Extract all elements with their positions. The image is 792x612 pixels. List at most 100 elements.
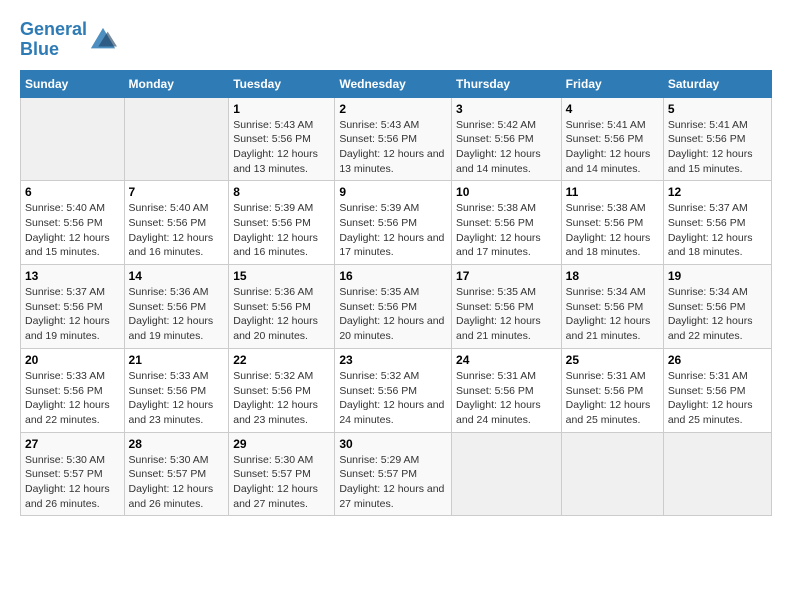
- day-info: Sunrise: 5:37 AMSunset: 5:56 PMDaylight:…: [25, 285, 120, 344]
- day-info: Sunrise: 5:35 AMSunset: 5:56 PMDaylight:…: [456, 285, 557, 344]
- day-number: 30: [339, 437, 447, 451]
- day-number: 8: [233, 185, 330, 199]
- day-cell: 5 Sunrise: 5:41 AMSunset: 5:56 PMDaylight…: [663, 97, 771, 181]
- day-cell: 22 Sunrise: 5:32 AMSunset: 5:56 PMDayligh…: [229, 348, 335, 432]
- day-number: 11: [566, 185, 659, 199]
- day-cell: 9 Sunrise: 5:39 AMSunset: 5:56 PMDaylight…: [335, 181, 452, 265]
- day-cell: 14Sunrise: 5:36 AMSunset: 5:56 PMDayligh…: [124, 265, 229, 349]
- day-cell: [21, 97, 125, 181]
- header-cell-thursday: Thursday: [452, 70, 562, 97]
- day-cell: 25 Sunrise: 5:31 AMSunset: 5:56 PMDayligh…: [561, 348, 663, 432]
- header-cell-monday: Monday: [124, 70, 229, 97]
- day-cell: 26Sunrise: 5:31 AMSunset: 5:56 PMDayligh…: [663, 348, 771, 432]
- week-row-5: 27 Sunrise: 5:30 AMSunset: 5:57 PMDayligh…: [21, 432, 772, 516]
- day-number: 23: [339, 353, 447, 367]
- day-info: Sunrise: 5:34 AMSunset: 5:56 PMDaylight:…: [566, 285, 659, 344]
- day-cell: [561, 432, 663, 516]
- day-cell: 12 Sunrise: 5:37 AMSunset: 5:56 PMDayligh…: [663, 181, 771, 265]
- header-cell-wednesday: Wednesday: [335, 70, 452, 97]
- day-cell: 24 Sunrise: 5:31 AMSunset: 5:56 PMDayligh…: [452, 348, 562, 432]
- day-info: Sunrise: 5:31 AMSunset: 5:56 PMDaylight:…: [566, 369, 659, 428]
- day-number: 25: [566, 353, 659, 367]
- day-cell: 8 Sunrise: 5:39 AMSunset: 5:56 PMDaylight…: [229, 181, 335, 265]
- day-info: Sunrise: 5:41 AMSunset: 5:56 PMDaylight:…: [566, 118, 659, 177]
- day-number: 3: [456, 102, 557, 116]
- day-info: Sunrise: 5:42 AMSunset: 5:56 PMDaylight:…: [456, 118, 557, 177]
- day-cell: 4 Sunrise: 5:41 AMSunset: 5:56 PMDaylight…: [561, 97, 663, 181]
- logo: GeneralBlue: [20, 20, 117, 60]
- logo-icon: [89, 26, 117, 54]
- day-info: Sunrise: 5:40 AMSunset: 5:56 PMDaylight:…: [25, 201, 120, 260]
- day-number: 24: [456, 353, 557, 367]
- day-cell: 16 Sunrise: 5:35 AMSunset: 5:56 PMDayligh…: [335, 265, 452, 349]
- calendar-header-row: SundayMondayTuesdayWednesdayThursdayFrid…: [21, 70, 772, 97]
- day-cell: 19 Sunrise: 5:34 AMSunset: 5:56 PMDayligh…: [663, 265, 771, 349]
- day-number: 4: [566, 102, 659, 116]
- day-number: 22: [233, 353, 330, 367]
- header-cell-saturday: Saturday: [663, 70, 771, 97]
- day-number: 2: [339, 102, 447, 116]
- day-number: 15: [233, 269, 330, 283]
- day-info: Sunrise: 5:32 AMSunset: 5:56 PMDaylight:…: [233, 369, 330, 428]
- day-number: 29: [233, 437, 330, 451]
- day-cell: 28Sunrise: 5:30 AMSunset: 5:57 PMDayligh…: [124, 432, 229, 516]
- day-cell: 27 Sunrise: 5:30 AMSunset: 5:57 PMDayligh…: [21, 432, 125, 516]
- day-info: Sunrise: 5:34 AMSunset: 5:56 PMDaylight:…: [668, 285, 767, 344]
- day-cell: 2Sunrise: 5:43 AMSunset: 5:56 PMDaylight…: [335, 97, 452, 181]
- day-info: Sunrise: 5:31 AMSunset: 5:56 PMDaylight:…: [456, 369, 557, 428]
- day-number: 21: [129, 353, 225, 367]
- day-number: 16: [339, 269, 447, 283]
- day-cell: 20 Sunrise: 5:33 AMSunset: 5:56 PMDayligh…: [21, 348, 125, 432]
- week-row-4: 20 Sunrise: 5:33 AMSunset: 5:56 PMDayligh…: [21, 348, 772, 432]
- day-number: 20: [25, 353, 120, 367]
- day-cell: 17Sunrise: 5:35 AMSunset: 5:56 PMDayligh…: [452, 265, 562, 349]
- day-info: Sunrise: 5:30 AMSunset: 5:57 PMDaylight:…: [233, 453, 330, 512]
- day-info: Sunrise: 5:32 AMSunset: 5:56 PMDaylight:…: [339, 369, 447, 428]
- day-cell: 18 Sunrise: 5:34 AMSunset: 5:56 PMDayligh…: [561, 265, 663, 349]
- day-cell: 29 Sunrise: 5:30 AMSunset: 5:57 PMDayligh…: [229, 432, 335, 516]
- day-cell: 21 Sunrise: 5:33 AMSunset: 5:56 PMDayligh…: [124, 348, 229, 432]
- day-info: Sunrise: 5:39 AMSunset: 5:56 PMDaylight:…: [233, 201, 330, 260]
- header-cell-tuesday: Tuesday: [229, 70, 335, 97]
- day-info: Sunrise: 5:43 AMSunset: 5:56 PMDaylight:…: [233, 118, 330, 177]
- day-number: 13: [25, 269, 120, 283]
- calendar-body: 1 Sunrise: 5:43 AMSunset: 5:56 PMDaylight…: [21, 97, 772, 516]
- day-info: Sunrise: 5:31 AMSunset: 5:56 PMDaylight:…: [668, 369, 767, 428]
- day-info: Sunrise: 5:33 AMSunset: 5:56 PMDaylight:…: [25, 369, 120, 428]
- day-number: 18: [566, 269, 659, 283]
- day-cell: 10Sunrise: 5:38 AMSunset: 5:56 PMDayligh…: [452, 181, 562, 265]
- day-number: 1: [233, 102, 330, 116]
- day-info: Sunrise: 5:36 AMSunset: 5:56 PMDaylight:…: [129, 285, 225, 344]
- day-cell: [124, 97, 229, 181]
- day-cell: 15Sunrise: 5:36 AMSunset: 5:56 PMDayligh…: [229, 265, 335, 349]
- day-info: Sunrise: 5:35 AMSunset: 5:56 PMDaylight:…: [339, 285, 447, 344]
- header-cell-sunday: Sunday: [21, 70, 125, 97]
- day-info: Sunrise: 5:38 AMSunset: 5:56 PMDaylight:…: [566, 201, 659, 260]
- day-info: Sunrise: 5:29 AMSunset: 5:57 PMDaylight:…: [339, 453, 447, 512]
- calendar-table: SundayMondayTuesdayWednesdayThursdayFrid…: [20, 70, 772, 517]
- day-cell: 1 Sunrise: 5:43 AMSunset: 5:56 PMDaylight…: [229, 97, 335, 181]
- day-info: Sunrise: 5:30 AMSunset: 5:57 PMDaylight:…: [129, 453, 225, 512]
- week-row-3: 13 Sunrise: 5:37 AMSunset: 5:56 PMDayligh…: [21, 265, 772, 349]
- week-row-1: 1 Sunrise: 5:43 AMSunset: 5:56 PMDaylight…: [21, 97, 772, 181]
- day-info: Sunrise: 5:37 AMSunset: 5:56 PMDaylight:…: [668, 201, 767, 260]
- day-number: 10: [456, 185, 557, 199]
- day-info: Sunrise: 5:30 AMSunset: 5:57 PMDaylight:…: [25, 453, 120, 512]
- logo-text: GeneralBlue: [20, 20, 87, 60]
- day-number: 7: [129, 185, 225, 199]
- day-number: 12: [668, 185, 767, 199]
- day-number: 9: [339, 185, 447, 199]
- day-number: 5: [668, 102, 767, 116]
- day-number: 6: [25, 185, 120, 199]
- header-cell-friday: Friday: [561, 70, 663, 97]
- day-info: Sunrise: 5:39 AMSunset: 5:56 PMDaylight:…: [339, 201, 447, 260]
- day-info: Sunrise: 5:41 AMSunset: 5:56 PMDaylight:…: [668, 118, 767, 177]
- day-number: 19: [668, 269, 767, 283]
- day-cell: 23 Sunrise: 5:32 AMSunset: 5:56 PMDayligh…: [335, 348, 452, 432]
- day-cell: 6 Sunrise: 5:40 AMSunset: 5:56 PMDaylight…: [21, 181, 125, 265]
- day-number: 27: [25, 437, 120, 451]
- day-info: Sunrise: 5:33 AMSunset: 5:56 PMDaylight:…: [129, 369, 225, 428]
- day-cell: [452, 432, 562, 516]
- day-cell: 13 Sunrise: 5:37 AMSunset: 5:56 PMDayligh…: [21, 265, 125, 349]
- day-cell: [663, 432, 771, 516]
